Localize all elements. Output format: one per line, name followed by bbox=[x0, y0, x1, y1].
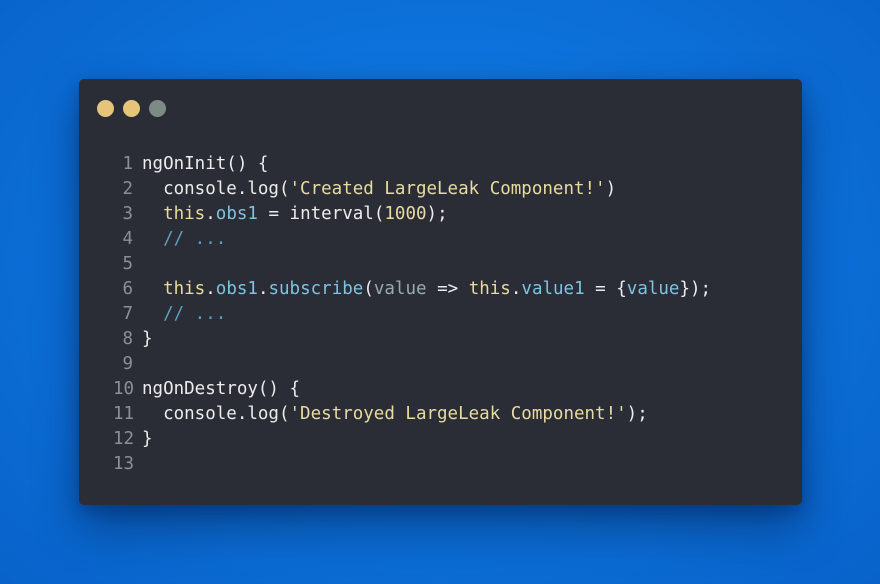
line-number: 3 bbox=[122, 204, 133, 224]
line-number: 1 bbox=[122, 154, 133, 174]
minimize-dot-icon[interactable] bbox=[123, 100, 140, 117]
line-content: console.log('Created LargeLeak Component… bbox=[142, 177, 616, 202]
line-number: 6 bbox=[122, 279, 133, 299]
code-token: obs1 bbox=[215, 279, 258, 299]
line-number: 12 bbox=[113, 429, 135, 449]
code-token: // ... bbox=[142, 229, 227, 249]
code-token: value bbox=[626, 279, 680, 299]
line-content: } bbox=[142, 427, 153, 452]
code-line: 1 ngOnInit() { bbox=[113, 152, 711, 177]
line-content: // ... bbox=[142, 302, 226, 327]
code-line: 10 ngOnDestroy() { bbox=[113, 377, 711, 402]
line-content: this.obs1.subscribe(value => this.value1… bbox=[142, 277, 711, 302]
line-number: 7 bbox=[122, 304, 133, 324]
close-dot-icon[interactable] bbox=[97, 100, 114, 117]
code-window: 1 ngOnInit() {2 console.log('Created Larg… bbox=[79, 79, 802, 505]
code-token: ); bbox=[626, 404, 648, 424]
code-token: 1000 bbox=[384, 204, 427, 224]
code-token: 'Created LargeLeak Component!' bbox=[289, 179, 606, 199]
code-line: 6 this.obs1.subscribe(value => this.valu… bbox=[113, 277, 711, 302]
line-number: 8 bbox=[122, 329, 133, 349]
line-content: ngOnInit() { bbox=[142, 152, 268, 177]
code-token: // ... bbox=[142, 304, 227, 324]
line-number: 5 bbox=[122, 254, 133, 274]
code-line: 13 bbox=[113, 452, 711, 477]
code-token: value1 bbox=[521, 279, 585, 299]
code-token: . bbox=[205, 204, 216, 224]
line-content: // ... bbox=[142, 227, 226, 252]
line-number: 10 bbox=[113, 379, 135, 399]
code-token: ( bbox=[363, 279, 374, 299]
code-token: 'Destroyed LargeLeak Component!' bbox=[289, 404, 627, 424]
code-token: this bbox=[163, 279, 206, 299]
code-line: 7 // ... bbox=[113, 302, 711, 327]
code-editor: 1 ngOnInit() {2 console.log('Created Larg… bbox=[113, 152, 711, 477]
code-line: 4 // ... bbox=[113, 227, 711, 252]
code-token: ); bbox=[426, 204, 448, 224]
line-number: 11 bbox=[113, 404, 135, 424]
code-token: this bbox=[468, 279, 511, 299]
code-line: 9 bbox=[113, 352, 711, 377]
line-content: } bbox=[142, 327, 153, 352]
line-content: ngOnDestroy() { bbox=[142, 377, 300, 402]
window-controls bbox=[97, 100, 166, 118]
code-token: ngOnDestroy() { bbox=[142, 379, 301, 399]
code-token: value bbox=[373, 279, 427, 299]
code-token: . bbox=[510, 279, 522, 299]
line-content: console.log('Destroyed LargeLeak Compone… bbox=[142, 402, 648, 427]
code-token: . bbox=[257, 279, 269, 299]
code-line: 8} bbox=[113, 327, 711, 352]
code-token: }); bbox=[679, 279, 712, 299]
line-number: 2 bbox=[122, 179, 133, 199]
code-token: ) bbox=[605, 179, 617, 199]
code-token: => bbox=[426, 279, 469, 299]
code-token: . bbox=[205, 279, 216, 299]
code-token: console.log( bbox=[142, 179, 290, 199]
maximize-dot-icon[interactable] bbox=[149, 100, 166, 117]
code-token: = { bbox=[584, 279, 627, 299]
line-number: 9 bbox=[122, 354, 133, 374]
code-token: } bbox=[142, 329, 153, 349]
code-line: 2 console.log('Created LargeLeak Compone… bbox=[113, 177, 711, 202]
code-line: 5 bbox=[113, 252, 711, 277]
code-token: subscribe bbox=[268, 279, 364, 299]
page-background: { "window": { "dots": [ {"name": "close"… bbox=[0, 0, 880, 584]
code-line: 11 console.log('Destroyed LargeLeak Comp… bbox=[113, 402, 711, 427]
code-token: this bbox=[163, 204, 206, 224]
code-token: ngOnInit() { bbox=[142, 154, 269, 174]
code-token: obs1 bbox=[215, 204, 258, 224]
code-token: } bbox=[142, 429, 153, 449]
line-content: this.obs1 = interval(1000); bbox=[142, 202, 448, 227]
code-token: console.log( bbox=[142, 404, 290, 424]
line-number: 4 bbox=[122, 229, 133, 249]
code-line: 12} bbox=[113, 427, 711, 452]
code-line: 3 this.obs1 = interval(1000); bbox=[113, 202, 711, 227]
code-token: = interval( bbox=[257, 204, 385, 224]
line-number: 13 bbox=[113, 454, 135, 474]
